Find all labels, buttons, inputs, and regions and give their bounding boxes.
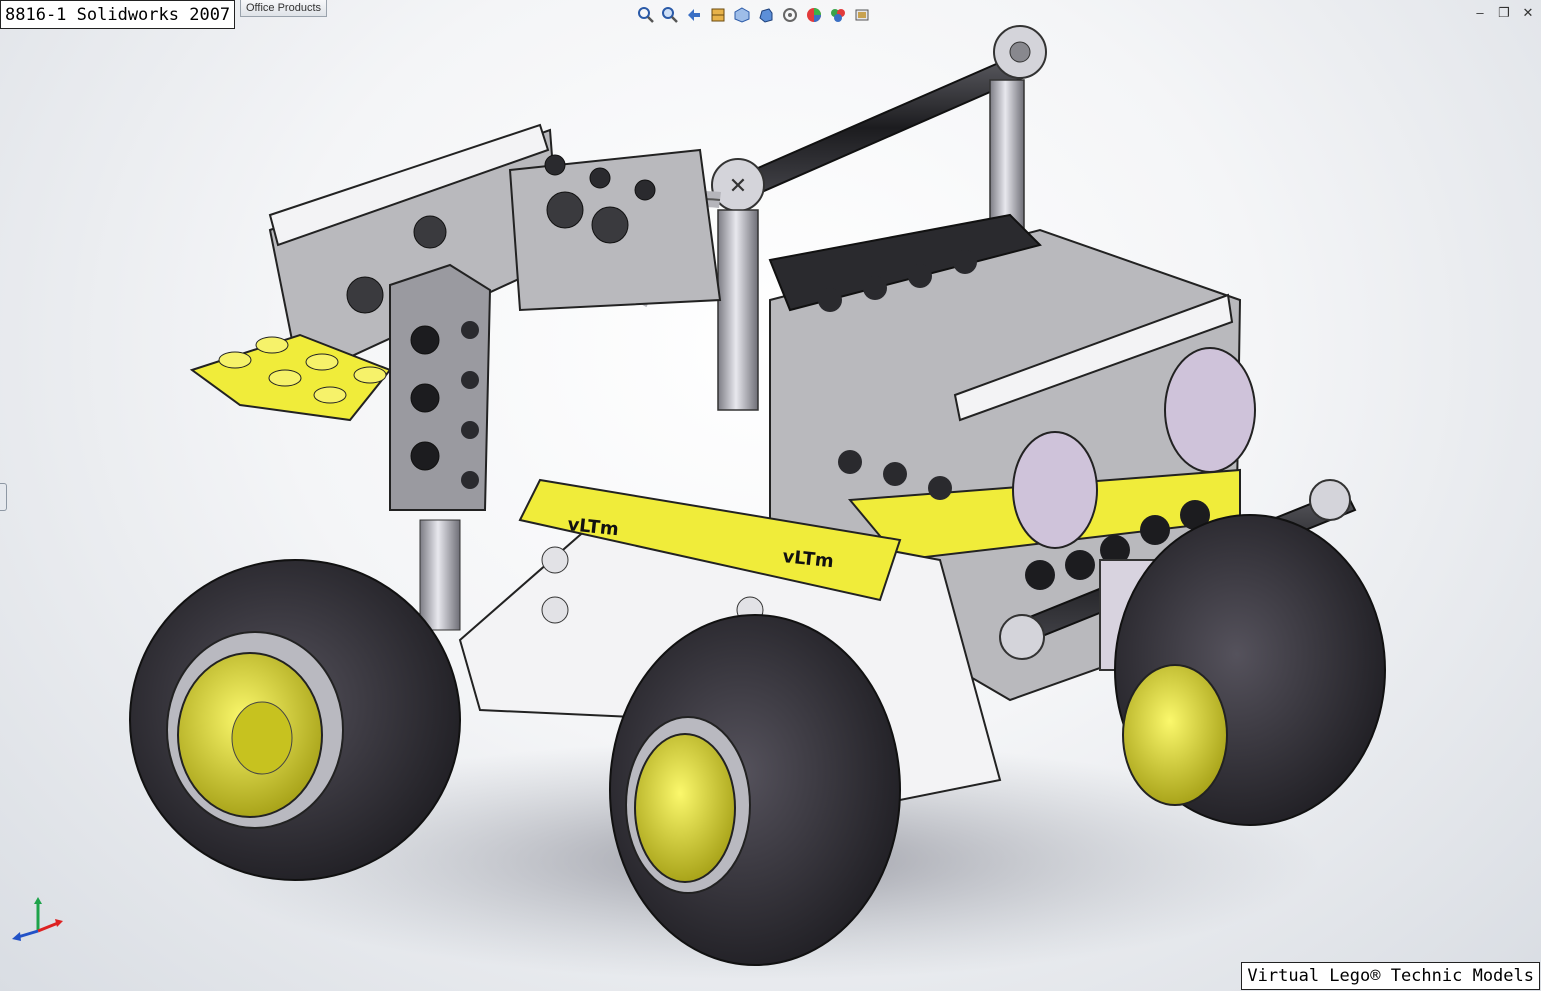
front-right-wheel	[1114, 514, 1386, 826]
title-overlay: 8816-1 Solidworks 2007	[0, 0, 236, 29]
close-icon[interactable]: ✕	[1521, 6, 1535, 20]
previous-view-icon[interactable]	[684, 6, 704, 24]
svg-text:✕: ✕	[729, 174, 747, 199]
credit-caption: Virtual Lego® Technic Models	[1241, 962, 1540, 990]
graphics-viewport[interactable]: ✕ vLTm vLTm 8816-1 Solidworks 2007 Offic…	[0, 0, 1541, 991]
rear-left-wheel	[129, 559, 461, 881]
panel-collapse-handle[interactable]	[0, 483, 7, 511]
zoom-area-icon[interactable]	[660, 6, 680, 24]
display-style-icon[interactable]	[756, 6, 776, 24]
lego-vehicle-model[interactable]: ✕ vLTm vLTm	[0, 0, 1541, 991]
brand-mark-1: vLTm	[566, 514, 619, 540]
view-settings-icon[interactable]	[852, 6, 872, 24]
technic-beam	[389, 263, 492, 511]
view-orientation-icon[interactable]	[732, 6, 752, 24]
minimize-icon[interactable]: –	[1473, 6, 1487, 20]
window-controls: – ❐ ✕	[1473, 6, 1535, 20]
heads-up-view-toolbar	[636, 5, 872, 25]
hide-show-items-icon[interactable]	[780, 6, 800, 24]
rear-body	[268, 123, 722, 382]
reference-triad	[12, 897, 63, 941]
apply-scene-icon[interactable]	[828, 6, 848, 24]
restore-icon[interactable]: ❐	[1497, 6, 1511, 20]
front-left-wheel	[609, 614, 901, 966]
edit-appearance-icon[interactable]	[804, 6, 824, 24]
zoom-to-fit-icon[interactable]	[636, 6, 656, 24]
tab-office-products[interactable]: Office Products	[240, 0, 327, 17]
section-view-icon[interactable]	[708, 6, 728, 24]
